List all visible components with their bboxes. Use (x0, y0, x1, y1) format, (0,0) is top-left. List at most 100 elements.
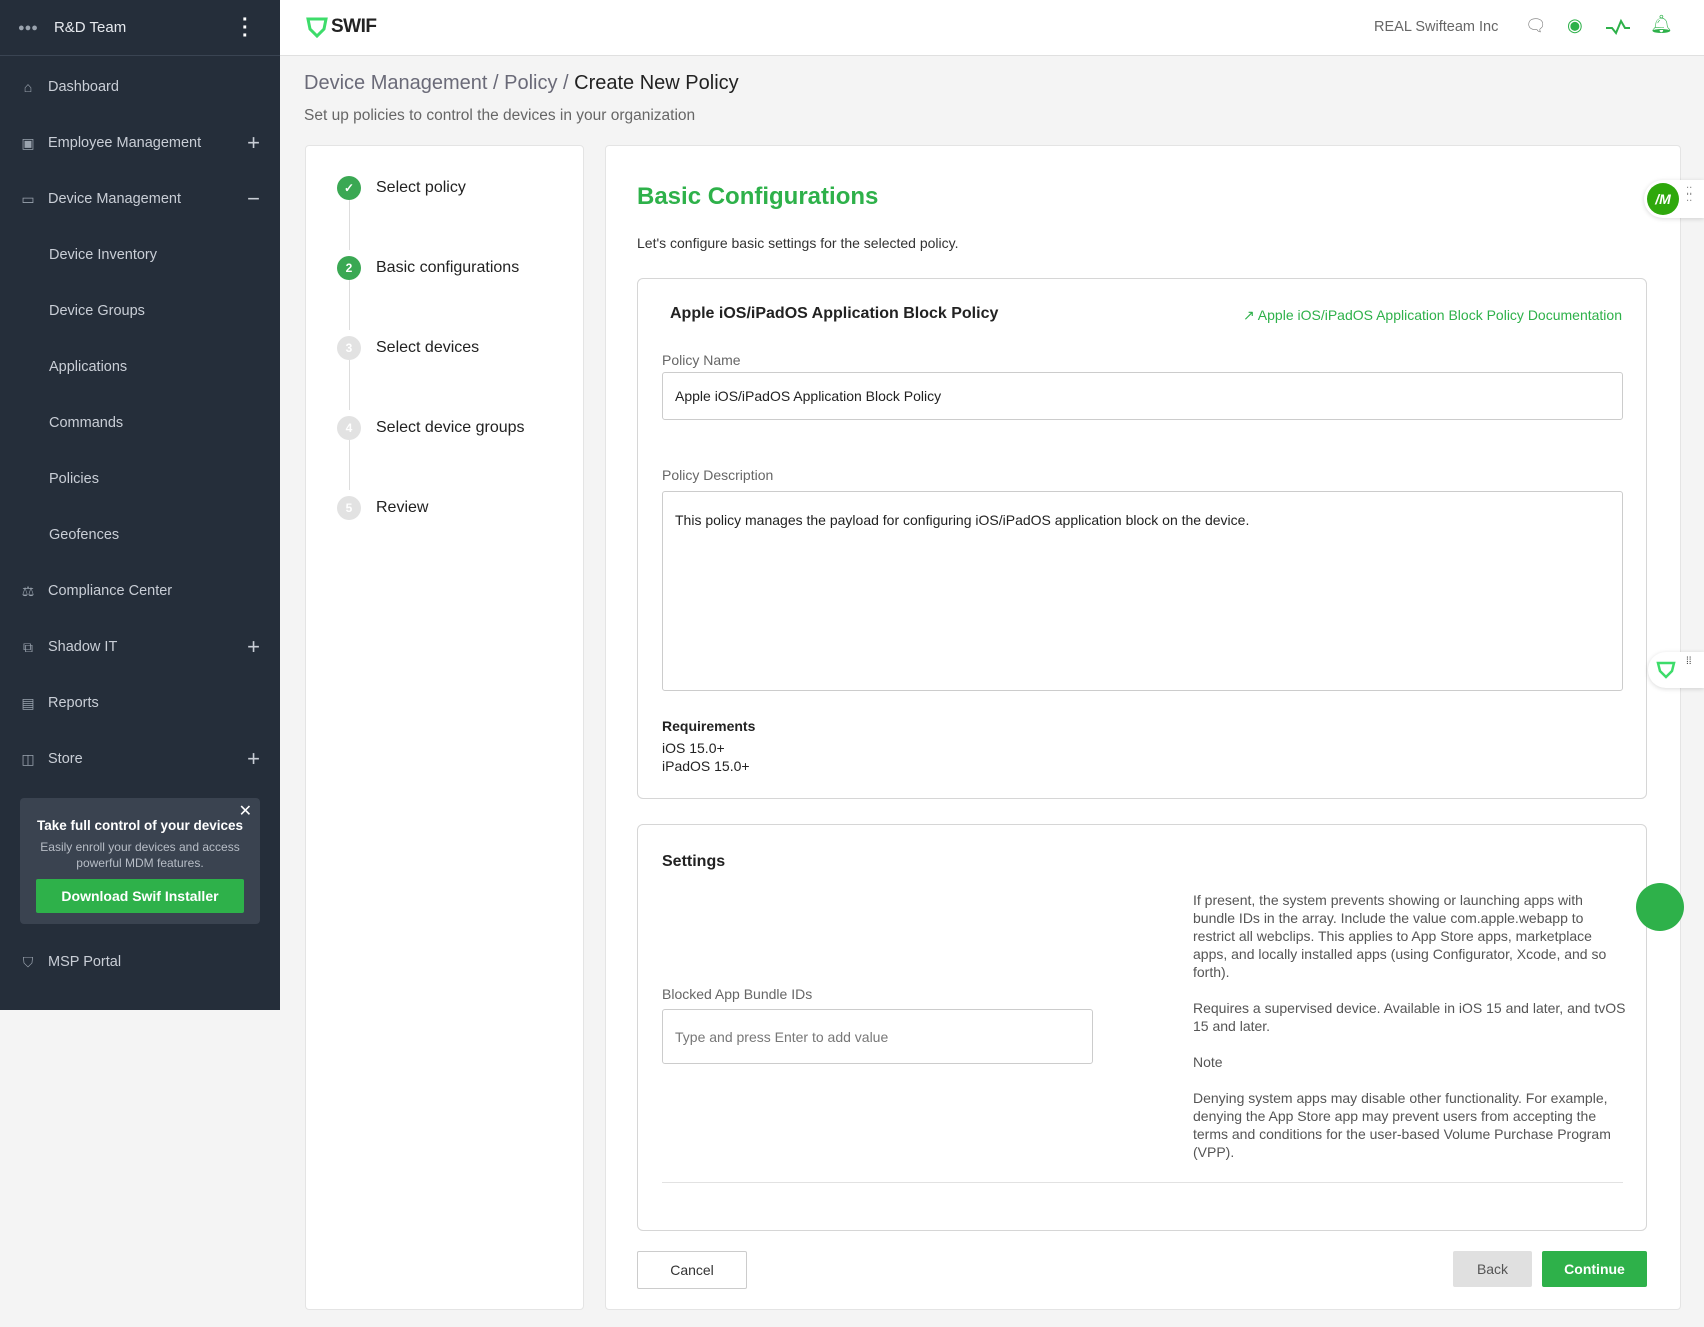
drag-handle-icon[interactable]: ⁞⁞ (1686, 657, 1692, 667)
team-icon: ●●● (18, 21, 38, 34)
help-paragraph: Denying system apps may disable other fu… (1193, 1090, 1611, 1160)
shield-user-icon: ⛉ (22, 953, 34, 970)
policy-name-input[interactable]: Apple iOS/iPadOS Application Block Polic… (662, 372, 1623, 420)
org-name: REAL Swifteam Inc (1374, 19, 1499, 35)
help-paragraph: Note (1193, 1054, 1223, 1070)
chat-launcher-button[interactable] (1636, 883, 1684, 931)
blocked-bundle-ids-input[interactable]: Type and press Enter to add value (662, 1009, 1093, 1064)
swif-shield-icon (1656, 661, 1676, 679)
step-select-device-groups: 4 Select device groups (337, 416, 525, 440)
expand-icon[interactable]: + (247, 634, 260, 660)
label: Dashboard (48, 79, 119, 95)
label: Reports (48, 695, 99, 711)
step-review: 5 Review (337, 496, 428, 520)
input-value: This policy manages the payload for conf… (675, 512, 1250, 528)
bell-icon[interactable]: 🔔︎ (1650, 14, 1673, 35)
logo-text: SWIF (331, 16, 377, 37)
team-switcher[interactable]: ●●● R&D Team · · · (0, 0, 280, 56)
installer-promo: ✕ Take full control of your devices Easi… (20, 798, 260, 924)
settings-title: Settings (662, 853, 726, 870)
input-value: Apple iOS/iPadOS Application Block Polic… (675, 388, 942, 404)
continue-button[interactable]: Continue (1542, 1251, 1647, 1287)
sidebar-item-geofences[interactable]: Geofences (0, 515, 280, 555)
hierarchy-icon: ⧉ (23, 638, 33, 655)
sidebar-item-applications[interactable]: Applications (0, 347, 280, 387)
promo-title: Take full control of your devices (36, 818, 244, 833)
policy-name-label: Policy Name (662, 352, 741, 368)
sidebar-item-reports[interactable]: ▤ Reports (0, 683, 280, 723)
assistant-widget[interactable]: /M ⁚⁚ ⁚⁚ (1644, 180, 1704, 218)
settings-card: Settings Blocked App Bundle IDs Type and… (637, 824, 1647, 1231)
sidebar-item-device-groups[interactable]: Device Groups (0, 291, 280, 331)
back-button[interactable]: Back (1453, 1251, 1532, 1287)
activity-icon[interactable] (1606, 18, 1630, 36)
sidebar-item-shadow-it[interactable]: ⧉ Shadow IT + (0, 627, 280, 667)
avatar[interactable]: /M (1647, 183, 1679, 215)
requirement-item: iOS 15.0+ (662, 740, 725, 756)
top-bar: SWIF REAL Swifteam Inc 🗨 ◉ 🔔︎ (280, 0, 1704, 56)
sidebar-item-commands[interactable]: Commands (0, 403, 280, 443)
label: Geofences (49, 527, 120, 543)
stepper-panel (305, 145, 584, 1310)
help-text: If present, the system prevents showing … (1193, 891, 1628, 1161)
sidebar-item-compliance-center[interactable]: ⚖ Compliance Center (0, 571, 280, 611)
cancel-button[interactable]: Cancel (637, 1251, 747, 1289)
section-intro: Let's configure basic settings for the s… (637, 235, 959, 251)
sidebar-item-employee-management[interactable]: ▣ Employee Management + (0, 123, 280, 163)
documentation-link[interactable]: ↗ Apple iOS/iPadOS Application Block Pol… (1243, 307, 1622, 324)
input-placeholder: Type and press Enter to add value (675, 1028, 889, 1045)
sidebar-item-device-inventory[interactable]: Device Inventory (0, 235, 280, 275)
step-connector (349, 360, 350, 410)
breadcrumb-device-management[interactable]: Device Management (304, 72, 487, 94)
sidebar-item-device-management[interactable]: ▭ Device Management − (0, 179, 280, 219)
label: Shadow IT (48, 639, 118, 655)
home-icon: ⌂ (23, 79, 33, 95)
step-number: 5 (337, 496, 361, 520)
drag-handle-icon[interactable]: ⁚⁚ ⁚⁚ (1686, 187, 1692, 204)
label: Applications (49, 359, 128, 375)
expand-icon[interactable]: + (247, 130, 260, 156)
step-label: Select policy (376, 179, 466, 196)
sidebar: ●●● R&D Team · · · ⌂ Dashboard ▣ Employee Ma… (0, 0, 280, 1010)
collapse-icon[interactable]: − (247, 186, 260, 212)
help-paragraph: If present, the system prevents showing … (1193, 892, 1607, 980)
swif-logo[interactable]: SWIF (306, 16, 377, 38)
swif-helper-widget[interactable]: ⁞⁞ (1648, 652, 1704, 688)
feedback-icon[interactable]: 🗨 (1525, 16, 1547, 36)
promo-text: Easily enroll your devices and access po… (40, 840, 240, 870)
policy-description-textarea[interactable]: This policy manages the payload for conf… (662, 491, 1623, 691)
step-number: 4 (337, 416, 361, 440)
expand-icon[interactable]: + (247, 746, 260, 772)
bag-icon: ◫ (21, 750, 35, 767)
label: Policies (49, 471, 99, 487)
step-basic-configurations[interactable]: 2 Basic configurations (337, 256, 519, 280)
label: Store (48, 751, 83, 767)
link-text: Apple iOS/iPadOS Application Block Polic… (1257, 307, 1622, 323)
more-vertical-icon[interactable]: · · · (242, 10, 249, 46)
section-title: Basic Configurations (637, 183, 879, 210)
blocked-bundle-ids-label: Blocked App Bundle IDs (662, 986, 813, 1002)
step-connector (349, 200, 350, 250)
check-icon: ✓ (337, 176, 361, 200)
help-paragraph: Requires a supervised device. Available … (1193, 1000, 1626, 1034)
requirements-label: Requirements (662, 718, 756, 734)
lightbulb-icon[interactable]: ◉ (1567, 15, 1583, 36)
download-installer-button[interactable]: Download Swif Installer (36, 879, 244, 913)
label: Employee Management (48, 135, 202, 151)
step-label: Review (376, 499, 429, 516)
label: Device Inventory (49, 247, 157, 263)
device-icon: ▭ (21, 190, 35, 207)
gavel-icon: ⚖ (21, 582, 35, 599)
sidebar-item-msp-portal[interactable]: ⛉ MSP Portal (0, 942, 280, 982)
requirement-item: iPadOS 15.0+ (662, 758, 750, 774)
sidebar-item-dashboard[interactable]: ⌂ Dashboard (0, 67, 280, 107)
step-select-policy[interactable]: ✓ Select policy (337, 176, 466, 200)
sidebar-item-store[interactable]: ◫ Store + (0, 739, 280, 779)
policy-description-label: Policy Description (662, 467, 774, 483)
report-icon: ▤ (21, 694, 35, 711)
label: MSP Portal (48, 954, 122, 970)
sidebar-item-policies[interactable]: Policies (0, 459, 280, 499)
close-icon[interactable]: ✕ (239, 801, 252, 821)
divider (662, 1182, 1623, 1183)
breadcrumb-policy[interactable]: Policy (504, 72, 557, 94)
